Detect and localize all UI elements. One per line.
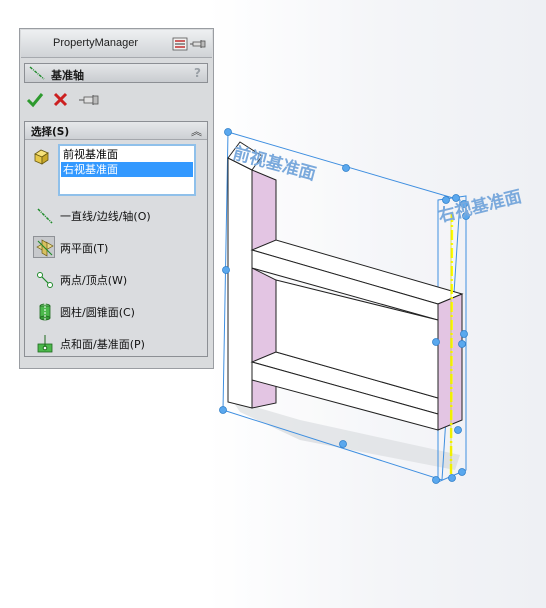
help-button[interactable]: ? xyxy=(194,66,201,80)
selections-group: 选择(S) ︽ 前视基准面 右视基准面 一直线/边线/轴(O) 两平面(T) 两… xyxy=(24,121,208,357)
option-label: 两点/顶点(W) xyxy=(60,274,128,287)
cylinder-icon xyxy=(33,300,55,322)
property-manager-title: PropertyManager xyxy=(53,37,138,49)
selections-group-header[interactable]: 选择(S) ︽ xyxy=(25,122,207,140)
reference-entities-icon xyxy=(34,149,49,165)
option-line-edge-axis[interactable]: 一直线/边线/轴(O) xyxy=(30,204,208,228)
cancel-button[interactable] xyxy=(52,91,70,109)
selections-group-title: 选择(S) xyxy=(31,126,70,138)
option-label: 圆柱/圆锥面(C) xyxy=(60,306,135,319)
datum-axis-icon xyxy=(29,66,45,80)
property-manager-header: PropertyManager xyxy=(21,30,212,58)
feature-title-bar: 基准轴 ? xyxy=(24,63,208,83)
selection-list-box[interactable]: 前视基准面 右视基准面 xyxy=(58,144,196,196)
option-two-points[interactable]: 两点/顶点(W) xyxy=(30,268,208,292)
line-edge-axis-icon xyxy=(33,204,55,226)
ok-button[interactable] xyxy=(26,91,44,109)
header-icons xyxy=(172,36,208,51)
option-point-plane[interactable]: 点和面/基准面(P) xyxy=(30,332,208,356)
option-two-planes[interactable]: 两平面(T) xyxy=(30,236,208,260)
pin-icon[interactable] xyxy=(190,40,206,48)
two-planes-icon xyxy=(33,236,55,258)
expand-collapse-icon[interactable] xyxy=(172,37,188,51)
option-label: 两平面(T) xyxy=(60,242,109,255)
collapse-chevron-icon[interactable]: ︽ xyxy=(191,123,202,139)
selection-list-item-selected[interactable]: 右视基准面 xyxy=(61,162,193,177)
keep-visible-pin-button[interactable] xyxy=(78,91,100,109)
option-cylinder-cone[interactable]: 圆柱/圆锥面(C) xyxy=(30,300,208,324)
action-buttons xyxy=(26,91,116,109)
option-label: 点和面/基准面(P) xyxy=(60,338,145,351)
selection-list-item[interactable]: 前视基准面 xyxy=(61,147,193,162)
property-manager-panel: PropertyManager 基准轴 ? 选择(S) ︽ 前视基准面 右视基准… xyxy=(19,28,214,369)
feature-name: 基准轴 xyxy=(51,69,84,82)
option-label: 一直线/边线/轴(O) xyxy=(60,210,151,223)
point-plane-icon xyxy=(33,332,55,354)
two-points-icon xyxy=(33,268,55,290)
